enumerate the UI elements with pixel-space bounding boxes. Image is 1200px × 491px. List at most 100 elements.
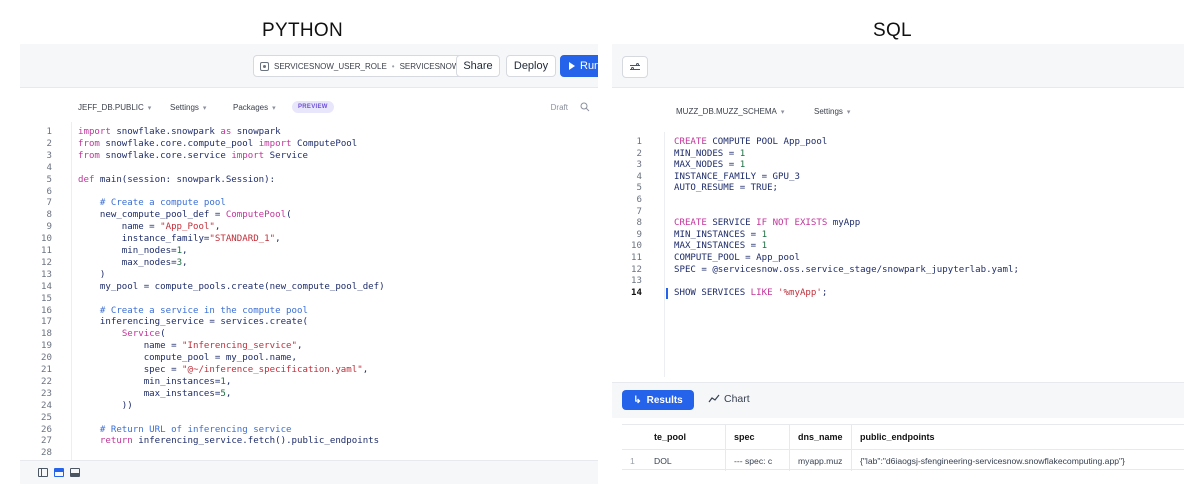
table-cell[interactable]: {"lab":"d6iaogsj-sfengineering-servicesn… — [852, 449, 1184, 471]
sidebar-layout-icon[interactable] — [38, 468, 48, 477]
code-token: 1 — [761, 229, 768, 240]
line-number: 6 — [46, 186, 52, 197]
code-line[interactable]: spec = "@~/inference_specification.yaml"… — [78, 365, 369, 375]
line-number: 15 — [41, 293, 52, 304]
code-line[interactable]: Service( — [78, 329, 166, 339]
code-line[interactable]: compute_pool = my_pool.name, — [78, 353, 297, 363]
code-line[interactable]: # Return URL of inferencing service — [78, 425, 292, 435]
line-number: 1 — [46, 127, 52, 137]
database-selector[interactable]: MUZZ_DB.MUZZ_SCHEMA ▾ — [676, 107, 784, 116]
code-token: "App_Pool" — [160, 222, 215, 233]
line-number: 17 — [41, 317, 52, 328]
code-token: MIN_NODES = — [674, 148, 740, 159]
code-line[interactable]: from snowflake.core.service import Servi… — [78, 151, 308, 161]
code-line[interactable]: from snowflake.core.compute_pool import … — [78, 139, 357, 149]
results-tab[interactable]: ↳ Results — [622, 390, 694, 410]
code-line[interactable]: new_compute_pool_def = ComputePool( — [78, 210, 292, 220]
code-line[interactable]: instance_family="STANDARD_1", — [78, 234, 281, 244]
column-header[interactable]: public_endpoints — [852, 425, 1184, 449]
deploy-button[interactable]: Deploy — [506, 55, 556, 77]
line-number: 8 — [636, 218, 642, 229]
results-tab-label: Results — [646, 394, 683, 406]
settings-label: Settings — [170, 103, 199, 112]
code-line[interactable]: max_instances=5, — [78, 389, 232, 399]
settings-menu[interactable]: Settings ▾ — [170, 103, 206, 112]
database-selector[interactable]: JEFF_DB.PUBLIC ▾ — [78, 103, 151, 112]
code-token: Service — [264, 150, 308, 161]
code-line[interactable]: def main(session: snowpark.Session): — [78, 175, 275, 185]
line-number: 26 — [41, 424, 52, 435]
run-label: Run — [580, 60, 598, 72]
code-line[interactable]: ) — [78, 270, 105, 280]
code-line[interactable]: SHOW SERVICES LIKE '%myApp'; — [674, 288, 827, 298]
code-line[interactable]: min_instances=1, — [78, 377, 232, 387]
preview-badge: PREVIEW — [292, 101, 334, 113]
row-number: 1 — [622, 449, 646, 471]
code-line[interactable]: max_nodes=3, — [78, 258, 188, 268]
code-line[interactable]: CREATE COMPUTE POOL App_pool — [674, 137, 827, 147]
packages-menu[interactable]: Packages ▾ — [233, 103, 276, 112]
chevron-down-icon: ▾ — [780, 109, 785, 116]
code-line[interactable]: name = "App_Pool", — [78, 222, 221, 233]
code-line[interactable]: SPEC = @servicesnow.oss.service_stage/sn… — [674, 265, 1019, 275]
code-line[interactable]: MIN_NODES = 1 — [674, 149, 745, 159]
table-cell[interactable]: myapp.muz — [790, 449, 852, 471]
code-token: , — [182, 246, 188, 256]
chevron-down-icon: ▾ — [147, 105, 152, 112]
code-line[interactable]: )) — [78, 401, 133, 411]
code-line[interactable]: inferencing_service = services.create( — [78, 317, 308, 327]
code-line[interactable]: MIN_INSTANCES = 1 — [674, 230, 767, 240]
code-token: min_nodes= — [78, 246, 177, 256]
code-line[interactable]: INSTANCE_FAMILY = GPU_3 — [674, 172, 800, 182]
search-icon[interactable] — [580, 102, 590, 112]
share-button[interactable]: Share — [456, 55, 500, 77]
code-token: ( — [286, 210, 292, 221]
table-cell[interactable]: DOL — [646, 449, 726, 471]
code-line[interactable]: # Create a compute pool — [78, 198, 226, 208]
line-number: 9 — [46, 222, 52, 233]
code-token: snowflake.core.compute_pool — [99, 138, 259, 149]
warehouse-name: SERVICESNOW — [399, 61, 460, 71]
code-line[interactable]: CREATE SERVICE IF NOT EXISTS myApp — [674, 218, 860, 228]
column-header[interactable]: te_pool — [646, 425, 726, 449]
code-token: ( — [160, 329, 166, 340]
code-line[interactable]: min_nodes=1, — [78, 246, 188, 256]
line-number: 5 — [46, 174, 52, 185]
code-line[interactable]: COMPUTE_POOL = App_pool — [674, 253, 800, 263]
line-number: 27 — [41, 436, 52, 447]
bottom-pane-layout-icon[interactable] — [70, 468, 80, 477]
play-icon — [569, 62, 575, 70]
column-header[interactable]: dns_name — [790, 425, 852, 449]
code-line[interactable]: my_pool = compute_pools.create(new_compu… — [78, 282, 385, 292]
code-token: # Create a service in the compute pool — [99, 305, 308, 316]
filter-icon[interactable] — [622, 56, 648, 78]
code-line[interactable]: # Create a service in the compute pool — [78, 306, 308, 316]
line-number: 14 — [41, 281, 52, 292]
code-token: AUTO_RESUME = TRUE; — [674, 183, 779, 194]
line-number: 12 — [41, 257, 52, 268]
code-token: ComputePool — [291, 138, 358, 149]
code-line[interactable]: AUTO_RESUME = TRUE; — [674, 183, 778, 193]
line-number: 8 — [46, 210, 52, 221]
code-line[interactable]: name = "Inferencing_service", — [78, 341, 303, 351]
chart-tab[interactable]: Chart — [708, 393, 750, 405]
code-line[interactable]: MAX_INSTANCES = 1 — [674, 241, 767, 251]
chevron-down-icon: ▾ — [272, 105, 276, 112]
top-pane-layout-icon[interactable] — [54, 468, 64, 477]
code-line[interactable]: return inferencing_service.fetch().publi… — [78, 436, 379, 446]
role-warehouse-selector[interactable]: SERVICESNOW_USER_ROLE • SERVICESNOW — [253, 55, 471, 77]
line-number: 22 — [41, 376, 52, 387]
column-header[interactable]: spec — [726, 425, 790, 449]
table-cell[interactable]: --- spec: c — [726, 449, 790, 471]
run-button[interactable]: Run — [560, 55, 598, 77]
code-token: import — [258, 138, 292, 149]
line-number: 7 — [636, 206, 642, 217]
code-line[interactable]: import snowflake.snowpark as snowpark — [78, 127, 281, 137]
settings-menu[interactable]: Settings ▾ — [814, 107, 850, 116]
code-line[interactable]: MAX_NODES = 1 — [674, 160, 745, 170]
line-number: 19 — [41, 341, 52, 352]
